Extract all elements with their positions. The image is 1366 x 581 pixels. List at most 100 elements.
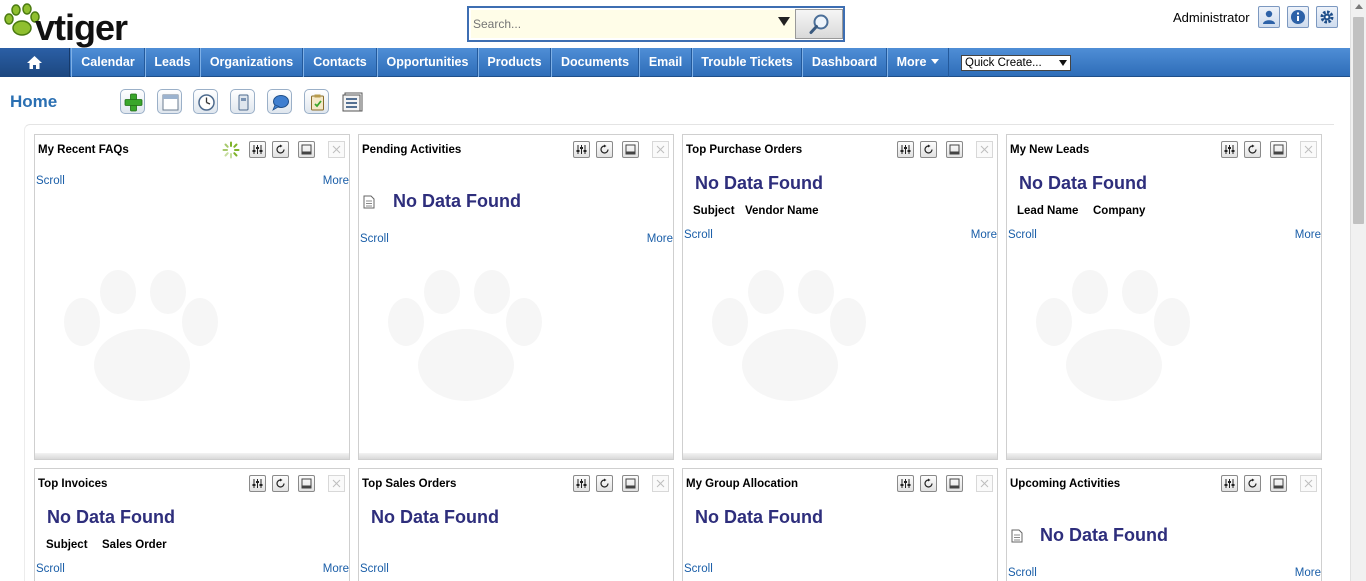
nav-calendar[interactable]: Calendar (71, 48, 145, 77)
admin-user-label[interactable]: Administrator (1173, 10, 1250, 25)
chat-bubble-icon (272, 95, 289, 111)
widget-minimize-button[interactable] (1270, 141, 1287, 158)
nav-home-button[interactable] (0, 48, 70, 77)
list-view-button[interactable] (342, 91, 366, 113)
nav-documents[interactable]: Documents (551, 48, 639, 77)
nav-contacts[interactable]: Contacts (303, 48, 377, 77)
widget-scroll-link[interactable]: Scroll (1008, 229, 1037, 241)
column-header-vendor-name: Vendor Name (745, 205, 819, 217)
refresh-icon (924, 144, 933, 154)
history-button[interactable] (193, 89, 218, 114)
search-dropdown-arrow-icon[interactable] (778, 17, 790, 26)
search-input[interactable] (471, 10, 796, 38)
widget-refresh-button[interactable] (920, 141, 937, 158)
user-profile-button[interactable] (1258, 6, 1280, 28)
scroll-up-arrow-icon[interactable] (1355, 4, 1363, 9)
widget-close-button[interactable] (328, 141, 345, 158)
widget-close-button[interactable] (328, 475, 345, 492)
info-button[interactable] (1287, 6, 1309, 28)
widget-edit-button[interactable] (1221, 475, 1238, 492)
edit-settings-icon (252, 145, 263, 154)
widget-scroll-link[interactable]: Scroll (684, 229, 713, 241)
refresh-icon (600, 478, 609, 488)
widget-more-link[interactable]: More (971, 229, 997, 241)
search-button[interactable] (795, 9, 843, 39)
widget-more-link[interactable]: More (1295, 229, 1321, 241)
widget-close-button[interactable] (1300, 475, 1317, 492)
widget-title: Top Invoices (38, 478, 108, 490)
nav-email[interactable]: Email (639, 48, 692, 77)
widget-edit-button[interactable] (897, 141, 914, 158)
widget-scroll-link[interactable]: Scroll (360, 563, 389, 575)
global-search (467, 6, 845, 42)
widget-minimize-button[interactable] (946, 475, 963, 492)
nav-organizations[interactable]: Organizations (200, 48, 303, 77)
widget-footer (35, 453, 349, 459)
nav-opportunities[interactable]: Opportunities (377, 48, 478, 77)
widget-minimize-button[interactable] (298, 475, 315, 492)
page-scrollbar[interactable] (1350, 0, 1366, 581)
widget-minimize-button[interactable] (1270, 475, 1287, 492)
widget-close-button[interactable] (1300, 141, 1317, 158)
widget-edit-button[interactable] (573, 475, 590, 492)
widget-my-group-allocation: My Group Allocation No Data Found Scroll (682, 468, 998, 581)
add-widget-button[interactable] (120, 89, 145, 114)
widget-minimize-button[interactable] (298, 141, 315, 158)
widget-edit-button[interactable] (249, 475, 266, 492)
widget-minimize-button[interactable] (622, 475, 639, 492)
nav-more-label: More (896, 55, 927, 69)
widget-refresh-button[interactable] (1244, 141, 1261, 158)
edit-settings-icon (900, 145, 911, 154)
nav-more[interactable]: More (887, 48, 949, 77)
vtiger-logo[interactable]: vtiger (2, 2, 167, 48)
chat-button[interactable] (267, 89, 292, 114)
widget-edit-button[interactable] (573, 141, 590, 158)
nav-trouble-tickets[interactable]: Trouble Tickets (692, 48, 802, 77)
widget-edit-button[interactable] (1221, 141, 1238, 158)
settings-gear-icon (1320, 10, 1334, 24)
nav-leads[interactable]: Leads (145, 48, 200, 77)
widget-scroll-link[interactable]: Scroll (684, 563, 713, 575)
close-icon (980, 479, 989, 488)
widget-close-button[interactable] (976, 141, 993, 158)
widget-close-button[interactable] (652, 141, 669, 158)
minimize-icon (625, 144, 636, 155)
widget-refresh-button[interactable] (596, 141, 613, 158)
widget-edit-button[interactable] (249, 141, 266, 158)
close-icon (980, 145, 989, 154)
clipboard-button[interactable] (304, 89, 329, 114)
widget-more-link[interactable]: More (323, 563, 349, 575)
widget-refresh-button[interactable] (1244, 475, 1261, 492)
widget-more-link[interactable]: More (323, 175, 349, 187)
widget-scroll-link[interactable]: Scroll (36, 175, 65, 187)
refresh-icon (600, 144, 609, 154)
widget-refresh-button[interactable] (920, 475, 937, 492)
layout-button[interactable] (157, 89, 182, 114)
clock-icon (198, 94, 215, 111)
widget-close-button[interactable] (976, 475, 993, 492)
widget-more-link[interactable]: More (1295, 567, 1321, 579)
widget-minimize-button[interactable] (946, 141, 963, 158)
quick-create-select[interactable]: Quick Create... (961, 55, 1071, 71)
edit-settings-icon (576, 479, 587, 488)
widget-top-invoices: Top Invoices No Data Found Subject Sales… (34, 468, 350, 581)
widget-close-button[interactable] (652, 475, 669, 492)
info-icon (1291, 10, 1305, 24)
widget-scroll-link[interactable]: Scroll (1008, 567, 1037, 579)
widget-refresh-button[interactable] (272, 475, 289, 492)
notebook-button[interactable] (230, 89, 255, 114)
settings-button[interactable] (1316, 6, 1338, 28)
widget-refresh-button[interactable] (272, 141, 289, 158)
no-data-message: No Data Found (393, 191, 521, 211)
widget-edit-button[interactable] (897, 475, 914, 492)
scrollbar-thumb[interactable] (1353, 17, 1364, 224)
widget-minimize-button[interactable] (622, 141, 639, 158)
widget-more-link[interactable]: More (647, 233, 673, 245)
nav-dashboard[interactable]: Dashboard (802, 48, 887, 77)
column-header-company: Company (1093, 205, 1146, 217)
widget-scroll-link[interactable]: Scroll (360, 233, 389, 245)
widget-title: Top Purchase Orders (686, 144, 803, 156)
widget-refresh-button[interactable] (596, 475, 613, 492)
widget-scroll-link[interactable]: Scroll (36, 563, 65, 575)
nav-products[interactable]: Products (478, 48, 551, 77)
